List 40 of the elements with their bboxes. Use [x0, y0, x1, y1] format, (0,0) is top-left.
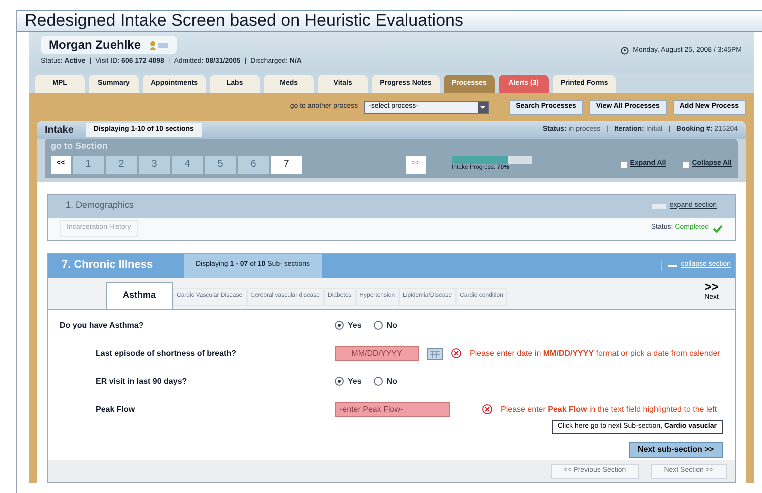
error-message: Please enter Peak Flow in the text field highlighted to the left — [501, 404, 718, 416]
slide-title: Redesigned Intake Screen based on Heuristic Evaluations — [17, 10, 762, 32]
goto-title: go to Section — [51, 140, 109, 153]
section-title: 7. Chronic Illness — [61, 258, 154, 274]
page-button[interactable]: 6 — [238, 156, 269, 174]
error-message: Please enter date in MM/DD/YYYY format or pick a date from calender — [470, 348, 720, 360]
checkbox[interactable] — [682, 160, 690, 168]
radio-button[interactable] — [335, 377, 344, 386]
section-title: 1. Demographics — [66, 199, 134, 212]
radio-button[interactable] — [374, 377, 383, 386]
date-field[interactable]: MM/DD/YYYY — [335, 346, 419, 361]
page-button[interactable]: 5 — [205, 156, 236, 174]
calendar-icon[interactable] — [427, 348, 443, 360]
subsection-tab[interactable]: Asthma — [106, 282, 174, 308]
patient-name: Morgan Zuehlke — [49, 37, 142, 54]
radio-button[interactable] — [335, 321, 344, 330]
radio-label: Yes — [348, 376, 362, 388]
question-label: Do you have Asthma? — [60, 320, 145, 332]
question-label: Peak Flow — [95, 404, 136, 416]
clock-icon — [621, 47, 630, 56]
question-label: Last episode of shortness of breath? — [95, 348, 238, 360]
page-button[interactable]: 4 — [172, 156, 203, 174]
dropdown-icon — [478, 102, 488, 112]
intake-title: Intake — [45, 124, 74, 138]
page-button[interactable]: 1 — [73, 156, 104, 174]
next-subsection-button[interactable]: Next sub-section >> — [628, 442, 723, 458]
error-icon — [482, 404, 493, 415]
text-field[interactable]: -enter Peak Flow- — [335, 402, 450, 417]
error-icon — [451, 348, 462, 359]
radio-label: No — [386, 320, 398, 332]
page-button[interactable]: 3 — [139, 156, 170, 174]
page-button[interactable]: 2 — [106, 156, 137, 174]
expand-icon — [652, 204, 666, 208]
radio-label: Yes — [348, 320, 362, 332]
radio-button[interactable] — [374, 321, 383, 330]
page-button[interactable]: 7 — [271, 156, 302, 174]
check-icon — [713, 224, 723, 232]
question-label: ER visit in last 90 days? — [95, 376, 188, 388]
checkbox[interactable] — [620, 160, 628, 168]
radio-label: No — [386, 376, 398, 388]
